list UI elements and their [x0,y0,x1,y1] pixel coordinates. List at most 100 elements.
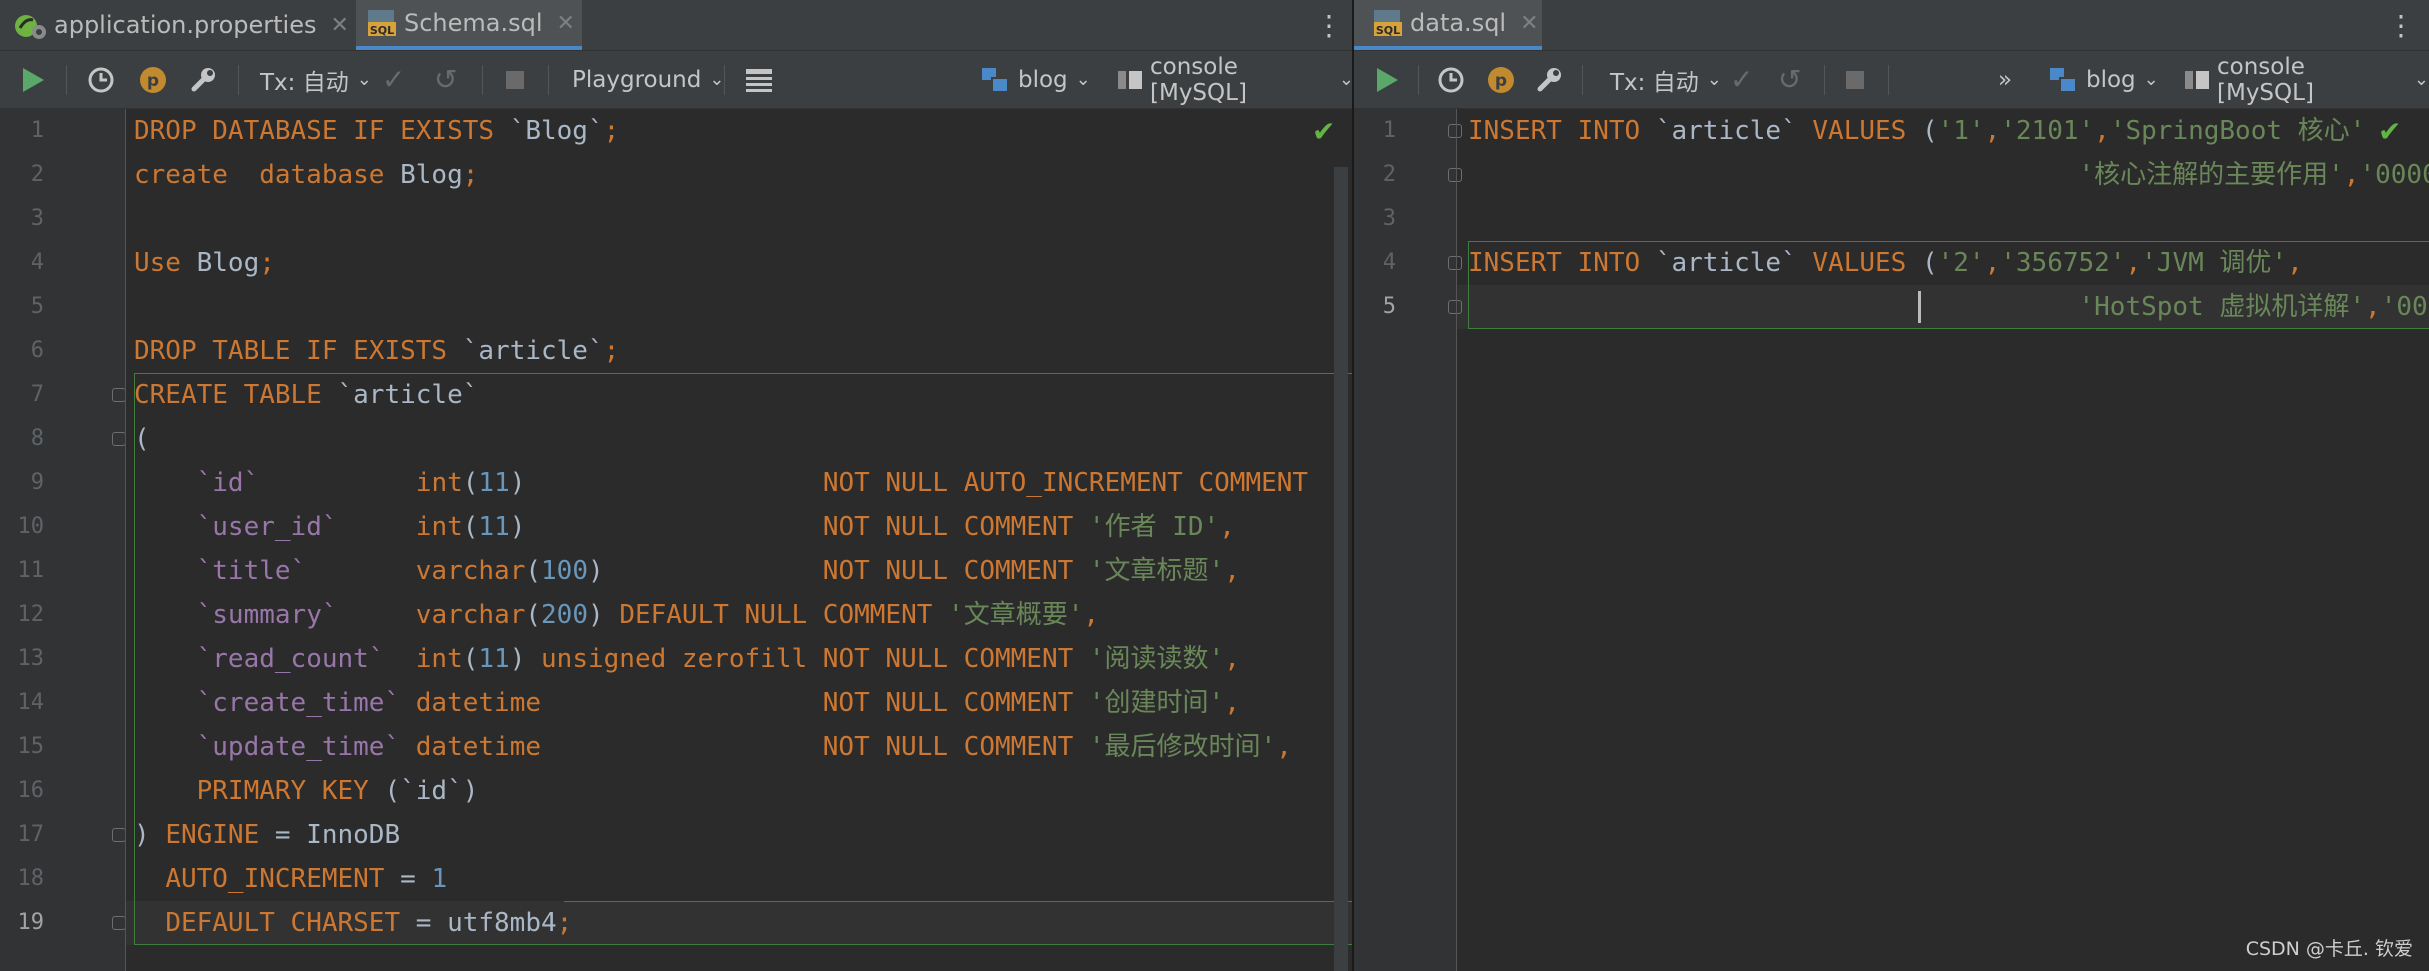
console-selector[interactable]: console [MySQL] ⌄ [1116,51,1354,108]
commit-icon[interactable]: ✓ [382,51,405,108]
code-token: `update_time` [196,732,401,762]
transaction-mode-dropdown[interactable]: Tx: 自动 ⌄ [1610,51,1722,108]
svg-text:p: p [147,71,159,91]
wrench-icon[interactable] [1534,51,1564,108]
rollback-icon[interactable]: ↺ [1778,51,1801,108]
fold-marker-icon[interactable] [112,432,126,446]
line-number: 13 [17,646,45,671]
line-number: 2 [1382,162,1396,187]
line-number: 10 [17,514,45,539]
code-token: `article` [337,380,479,410]
code-token: 11 [478,512,510,542]
parameters-icon[interactable]: p [1486,51,1516,108]
line-number: 14 [17,690,45,715]
fold-marker-icon[interactable] [1448,300,1462,314]
commit-icon[interactable]: ✓ [1730,51,1753,108]
fold-marker-icon[interactable] [1448,124,1462,138]
more-options-icon[interactable]: ⋮ [1314,0,1344,50]
right-code-editor[interactable]: 12345 INSERT INTO `article` VALUES ('1',… [1354,109,2429,971]
code-token: INSERT INTO [1468,248,1656,278]
schema-selector[interactable]: blog ⌄ [2048,51,2159,108]
code-token: ) [587,556,604,586]
close-icon[interactable]: ✕ [331,13,349,38]
tab-schema-sql[interactable]: SQL Schema.sql ✕ [356,0,582,50]
results-table-icon[interactable] [744,51,774,108]
history-icon[interactable] [86,51,116,108]
watermark: CSDN @卡丘. 钦爱 [2245,938,2413,960]
chevron-down-icon: ⌄ [356,69,372,90]
line-number: 8 [30,426,44,451]
chevron-down-icon: ⌄ [1075,69,1091,90]
code-token: ( [462,468,479,498]
code-token: ) [509,512,526,542]
left-toolbar: p Tx: 自动 ⌄ ✓ ↺ Playground ⌄ blog ⌄ console … [0,51,1354,109]
code-token: , [2343,160,2360,190]
line-number: 12 [17,602,45,627]
fold-marker-icon[interactable] [1448,256,1462,270]
tab-label: Schema.sql [404,9,543,37]
tab-data-sql[interactable]: SQL data.sql ✕ [1354,0,1542,50]
code-token: `create_time` [196,688,401,718]
transaction-mode-dropdown[interactable]: Tx: 自动 ⌄ [260,51,372,108]
run-icon[interactable] [1374,51,1400,108]
chevron-down-icon: ⌄ [709,69,725,90]
code-token: PRIMARY KEY [196,776,385,806]
fold-marker-icon[interactable] [112,828,126,842]
more-options-icon[interactable]: ⋮ [2386,0,2416,50]
stop-icon[interactable] [504,51,526,108]
code-token: `read_count` [196,644,385,674]
code-token: , [1224,688,1240,718]
console-selector[interactable]: console [MySQL] ⌄ [2183,51,2429,108]
code-token: 'HotSpot 虚拟机详解' [2078,292,2366,322]
close-icon[interactable]: ✕ [557,11,575,36]
stop-icon[interactable] [1844,51,1866,108]
code-token: ( [462,644,479,674]
code-token: = InnoDB [274,820,401,850]
playground-dropdown[interactable]: Playground ⌄ [572,51,724,108]
code-token: , [2365,292,2381,322]
code-token: ; [603,336,620,366]
code-token: `article` [1655,116,1813,146]
code-token: , [2125,248,2142,278]
sql-file-icon: SQL [1372,8,1404,38]
rollback-icon[interactable]: ↺ [434,51,457,108]
fold-marker-icon[interactable] [112,916,126,930]
line-number: 3 [1382,206,1396,231]
history-icon[interactable] [1436,51,1466,108]
code-token: `user_id` [196,512,338,542]
line-number: 15 [17,734,45,759]
parameters-icon[interactable]: p [138,51,168,108]
close-icon[interactable]: ✕ [1520,11,1538,36]
right-editor-pane: SQL data.sql ✕ ⋮ p Tx: 自动 ⌄ ✓ ↺ » blog ⌄… [1354,0,2429,971]
run-icon[interactable] [20,51,46,108]
tab-application-properties[interactable]: application.properties ✕ [12,0,354,50]
no-problems-check-icon: ✔ [1312,115,1336,148]
code-token: AUTO_INCREMENT [165,864,401,894]
left-code-editor[interactable]: 1 2 3 4 5 6 7 8 9 10 11 12 13 14 15 16 17 18 19 DROP DATAB… [0,109,1354,971]
code-token: '1' [1937,116,1985,146]
schema-selector[interactable]: blog ⌄ [980,51,1091,108]
line-number: 19 [17,910,45,935]
line-number: 17 [17,822,45,847]
fold-marker-icon[interactable] [1448,168,1462,182]
code-token: '核心注解的主要作用' [2078,160,2344,190]
line-number: 5 [30,294,44,319]
more-actions-label: » [1998,66,2013,93]
console-icon [2183,67,2211,93]
code-line: INSERT INTO `article` VALUES ('1','2101'… [1468,109,2365,153]
line-number-gutter: 1 2 3 4 5 [1354,109,1462,971]
fold-marker-icon[interactable] [112,388,126,402]
vertical-scrollbar[interactable] [1334,167,1348,971]
more-actions-button[interactable]: » [1998,51,2012,108]
playground-label: Playground [572,66,702,93]
code-token: , [1083,600,1100,630]
wrench-icon[interactable] [188,51,218,108]
toolbar-separator [1824,65,1825,95]
